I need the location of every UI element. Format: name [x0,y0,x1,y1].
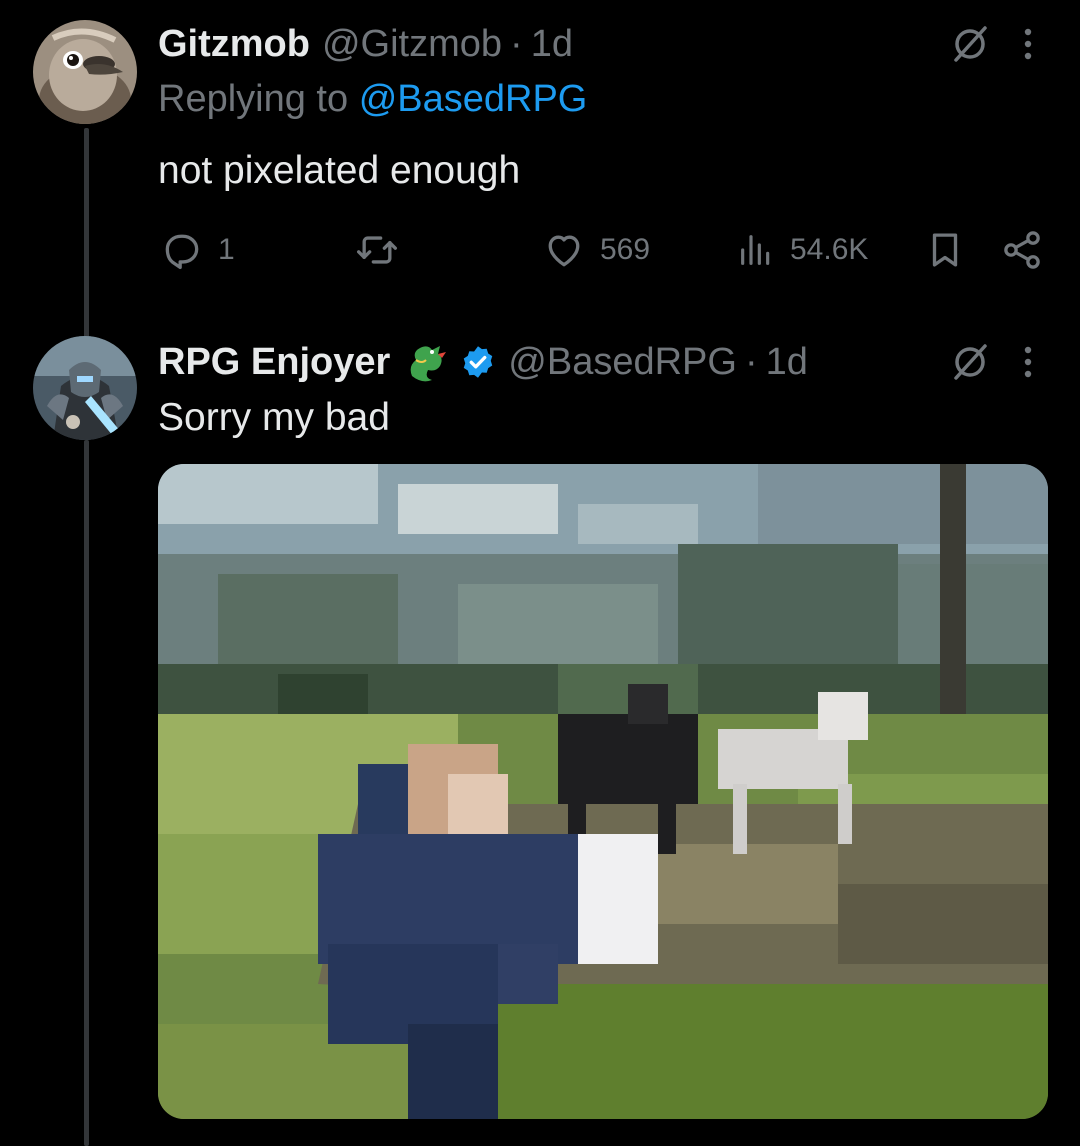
tweet-header: Gitzmob @Gitzmob · 1d [158,20,573,68]
reply-icon [165,234,199,270]
separator-dot: · [744,341,758,383]
handle[interactable]: @Gitzmob [322,20,502,68]
more-vertical-icon [1024,346,1032,378]
verified-badge-icon [460,344,496,380]
grok-button[interactable] [946,20,994,68]
avatar[interactable] [33,336,137,440]
replying-to-label: Replying to [158,78,349,120]
display-name[interactable]: RPG Enjoyer [158,338,390,386]
avatar[interactable] [33,20,137,124]
reply-button[interactable]: 1 [160,224,235,276]
repost-button[interactable] [354,224,414,276]
timestamp[interactable]: 1d [766,338,808,386]
like-button[interactable]: 569 [542,224,650,276]
more-vertical-icon [1024,28,1032,60]
tweet-header: RPG Enjoyer @BasedRPG · 1d [158,338,808,386]
grok-button[interactable] [946,338,994,386]
heart-icon [548,235,580,267]
replying-to-mention[interactable]: @BasedRPG [359,78,588,120]
reply-count: 1 [218,233,235,266]
separator-dot: · [510,23,523,65]
views-bar-chart-icon [741,235,770,265]
more-options-button[interactable] [1016,338,1040,386]
tweet-text: Sorry my bad [158,396,390,439]
armored-knight-avatar-icon [33,336,137,440]
grok-icon [954,26,987,62]
grok-icon [954,344,987,380]
views-button[interactable]: 54.6K [736,224,868,276]
bookmark-button[interactable] [924,224,966,276]
repost-icon [357,236,397,264]
media-image[interactable] [158,464,1048,1119]
thread-connector-line [84,440,89,1146]
view-count: 54.6K [790,233,869,266]
ostrich-avatar-icon [33,20,137,124]
handle[interactable]: @BasedRPG [508,338,737,386]
share-button[interactable] [1000,224,1044,276]
tweet-text: not pixelated enough [158,149,521,192]
like-count: 569 [600,233,651,266]
timestamp[interactable]: 1d [531,20,573,68]
bookmark-icon [932,233,958,267]
thread-connector-line [84,128,89,350]
dragon-emoji-icon [402,338,450,386]
display-name[interactable]: Gitzmob [158,20,310,68]
replying-to: Replying to @BasedRPG [158,75,587,123]
more-options-button[interactable] [1016,20,1040,68]
pixelated-game-screenshot-image [158,464,1048,1119]
share-icon [1004,231,1040,269]
